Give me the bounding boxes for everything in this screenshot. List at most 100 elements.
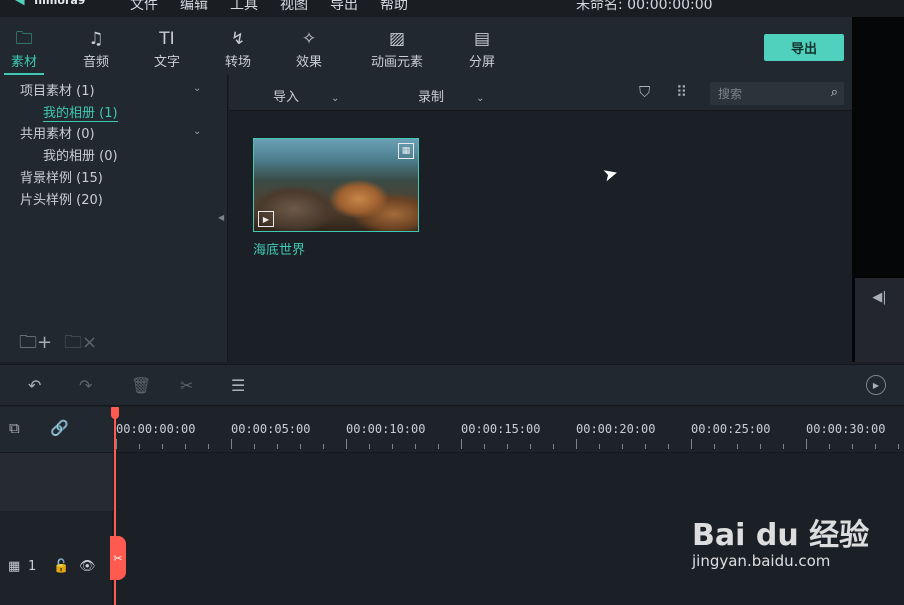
chevron-down-icon: ⌄ [476,93,485,104]
folder-icon: 🗀 [15,29,33,49]
playhead-marker[interactable] [111,407,119,419]
menu-help[interactable]: 帮助 [380,0,408,14]
tab-text[interactable]: TI 文字 [137,29,197,70]
chevron-down-icon[interactable]: ⌄ [193,83,201,94]
ruler-tick-label: 00:00:00:00 [116,422,196,436]
ruler-tick-mark [829,444,830,449]
split-screen-icon: ▤ [473,29,491,49]
menu-view[interactable]: 视图 [280,0,308,14]
ruler-tick-mark [898,444,899,449]
delete-icon[interactable]: 🗑 [131,376,151,395]
tree-item-intro-samples[interactable]: 片头样例 (20) [20,189,103,208]
ruler-tick-mark [346,439,347,449]
ruler-tick-mark [484,444,485,449]
menu-tools[interactable]: 工具 [230,0,258,14]
ruler-tick-label: 00:00:05:00 [231,422,311,436]
ruler-tick-mark [852,444,853,449]
tab-effects[interactable]: ✧ 效果 [279,29,339,70]
menu-export[interactable]: 导出 [330,0,358,14]
tree-item-my-album-project[interactable]: 我的相册 (1) [43,102,118,122]
lock-icon[interactable]: 🔓 [53,559,69,574]
adjust-icon[interactable]: ☰ [231,376,245,395]
delete-folder-icon[interactable]: 🗀× [64,330,97,360]
ruler-tick-mark [599,444,600,449]
media-clip-name[interactable]: 海底世界 [253,239,305,258]
effects-icon: ✧ [301,29,317,49]
collapse-sidebar-icon[interactable]: ◀ [218,213,224,222]
add-track-icon[interactable]: ⧉ [9,419,20,437]
ruler-tick-mark [300,444,301,449]
tab-split-screen-label: 分屏 [468,55,495,70]
media-clip-thumbnail[interactable]: ▦ ▶ [253,138,419,232]
ruler-tick-mark [668,444,669,449]
cut-icon[interactable]: ✂ [180,376,193,395]
timeline-ruler[interactable]: 00:00:00:00 00:00:05:00 00:00:10:00 00:0… [114,407,904,453]
link-icon[interactable]: 🔗 [50,419,69,437]
ruler-tick-mark [323,444,324,449]
tab-bar: 🗀 素材 ♫ 音频 TI 文字 ↯ 转场 ✧ 效果 ▨ 动画元素 ▤ 分屏 导出 [0,17,852,75]
tab-text-label: 文字 [153,55,180,70]
redo-icon[interactable]: ↷ [79,376,92,395]
logo-text: filmora9 [34,0,86,7]
import-label: 导入 [273,90,300,105]
tree-item-my-album-shared[interactable]: 我的相册 (0) [43,145,118,164]
ruler-tick-mark [806,439,807,449]
tree-item-shared-media[interactable]: 共用素材 (0) [20,123,95,142]
clip-thumbnail-image [254,139,418,231]
ruler-tick-mark [139,444,140,449]
ruler-tick-mark [576,439,577,449]
ruler-tick-mark [461,439,462,449]
media-library-sidebar: 项目素材 (1) ⌄ 我的相册 (1) 共用素材 (0) ⌄ 我的相册 (0) … [0,75,228,362]
ruler-tick-mark [783,444,784,449]
chevron-down-icon[interactable]: ⌄ [193,126,201,137]
eye-icon[interactable]: 👁 [79,559,96,574]
ruler-tick-label: 00:00:20:00 [576,422,656,436]
tree-item-background-samples[interactable]: 背景样例 (15) [20,167,103,186]
menu-file[interactable]: 文件 [130,0,158,14]
ruler-tick-mark [714,444,715,449]
grid-view-icon[interactable]: ⠿ [676,83,687,101]
export-button[interactable]: 导出 [764,34,844,61]
ruler-tick-label: 00:00:15:00 [461,422,541,436]
tree-item-project-media[interactable]: 项目素材 (1) [20,80,95,99]
playhead-scissors-handle[interactable]: ✂ [110,536,126,580]
scissors-icon: ✂ [113,551,123,565]
media-grid: ▦ ▶ 海底世界 ➤ [229,111,852,362]
ruler-tick-mark [415,444,416,449]
project-title: 未命名: 00:00:00:00 [576,0,713,13]
import-dropdown[interactable]: 导入 ⌄ [273,86,339,105]
ruler-tick-mark [645,444,646,449]
image-icon: ▨ [388,29,406,49]
menu-bar: filmora9 文件 编辑 工具 视图 导出 帮助 未命名: 00:00:00… [0,0,904,17]
tab-transition[interactable]: ↯ 转场 [208,29,268,70]
ruler-tick-mark [691,439,692,449]
search-icon[interactable]: ⌕ [831,85,838,100]
collapse-left-icon: ◀| [872,290,887,305]
tab-elements-label: 动画元素 [370,55,423,70]
ruler-tick-mark [254,444,255,449]
search-input[interactable] [718,85,818,102]
watermark-main: Bai du 经验 [692,518,870,553]
record-dropdown[interactable]: 录制 ⌄ [418,86,484,105]
tab-audio[interactable]: ♫ 音频 [66,29,126,70]
preview-collapse-button[interactable]: ◀| [855,278,904,362]
undo-icon[interactable]: ↶ [28,376,41,395]
render-preview-icon[interactable]: ▶ [866,375,886,395]
new-folder-icon[interactable]: 🗀+ [19,330,52,360]
tab-elements[interactable]: ▨ 动画元素 [361,29,433,70]
filter-icon[interactable]: ⛉ [639,83,650,101]
ruler-tick-mark [875,444,876,449]
baidu-watermark: Bai du 经验 jingyan.baidu.com [692,510,869,570]
tab-split-screen[interactable]: ▤ 分屏 [452,29,512,70]
tab-audio-label: 音频 [82,55,109,70]
timeline-toolbar: ↶ ↷ 🗑 ✂ ☰ ▶ [0,364,904,406]
track-header-toolbar: ⧉ 🔗 [0,407,113,453]
tab-media[interactable]: 🗀 素材 [0,29,54,75]
tab-transition-label: 转场 [224,55,251,70]
film-icon: ▦ [398,143,414,159]
record-label: 录制 [418,90,445,105]
ruler-tick-mark [162,444,163,449]
menu-edit[interactable]: 编辑 [180,0,208,14]
media-toolbar: 导入 ⌄ 录制 ⌄ ⛉ ⠿ ⌕ [229,75,852,111]
search-box: ⌕ [710,82,844,105]
